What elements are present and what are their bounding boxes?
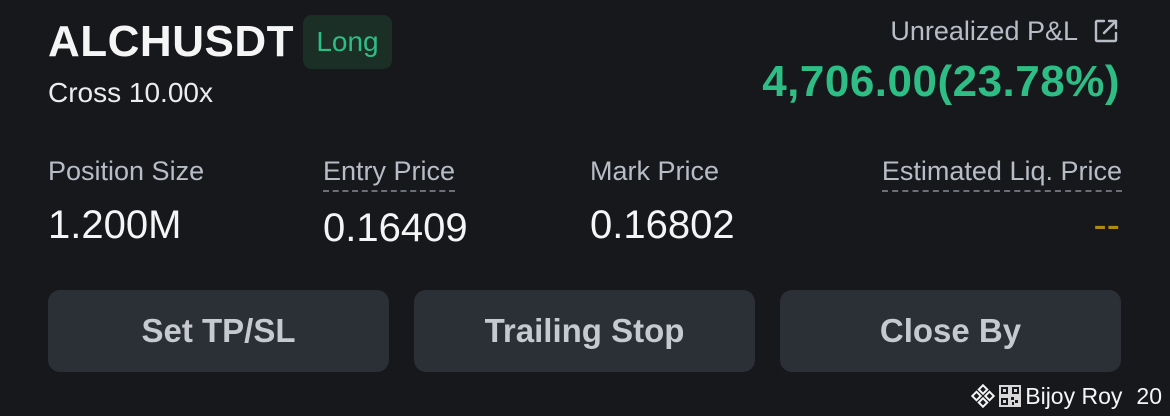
liq-price-label[interactable]: Estimated Liq. Price: [881, 154, 1122, 192]
share-external-icon[interactable]: [1092, 17, 1120, 45]
liq-price-value: --: [1093, 203, 1120, 247]
position-symbol: ALCHUSDT: [48, 17, 294, 66]
entry-price-label[interactable]: Entry Price: [323, 154, 456, 192]
pnl-label: Unrealized P&L: [890, 16, 1078, 46]
close-by-button[interactable]: Close By: [780, 290, 1121, 372]
margin-mode-label[interactable]: Cross 10.00x: [48, 76, 213, 110]
binance-logo-icon: [971, 384, 996, 408]
unrealized-pnl-value: 4,706.00(23.78%): [762, 57, 1120, 106]
set-tpsl-button[interactable]: Set TP/SL: [48, 290, 389, 372]
entry-price-value: 0.16409: [323, 206, 468, 250]
qr-code-icon: [999, 385, 1022, 407]
mark-price-label: Mark Price: [590, 156, 720, 186]
trailing-stop-button[interactable]: Trailing Stop: [414, 290, 755, 372]
pnl-header: Unrealized P&L: [890, 14, 1120, 48]
mark-price-value: 0.16802: [590, 203, 735, 247]
watermark-name: Bijoy Roy: [1025, 383, 1123, 409]
position-size-label: Position Size: [48, 156, 205, 186]
watermark: Bijoy Roy 20: [971, 382, 1162, 410]
watermark-year: 20: [1136, 383, 1162, 409]
position-size-value: 1.200M: [48, 203, 182, 247]
side-badge: Long: [303, 15, 392, 69]
